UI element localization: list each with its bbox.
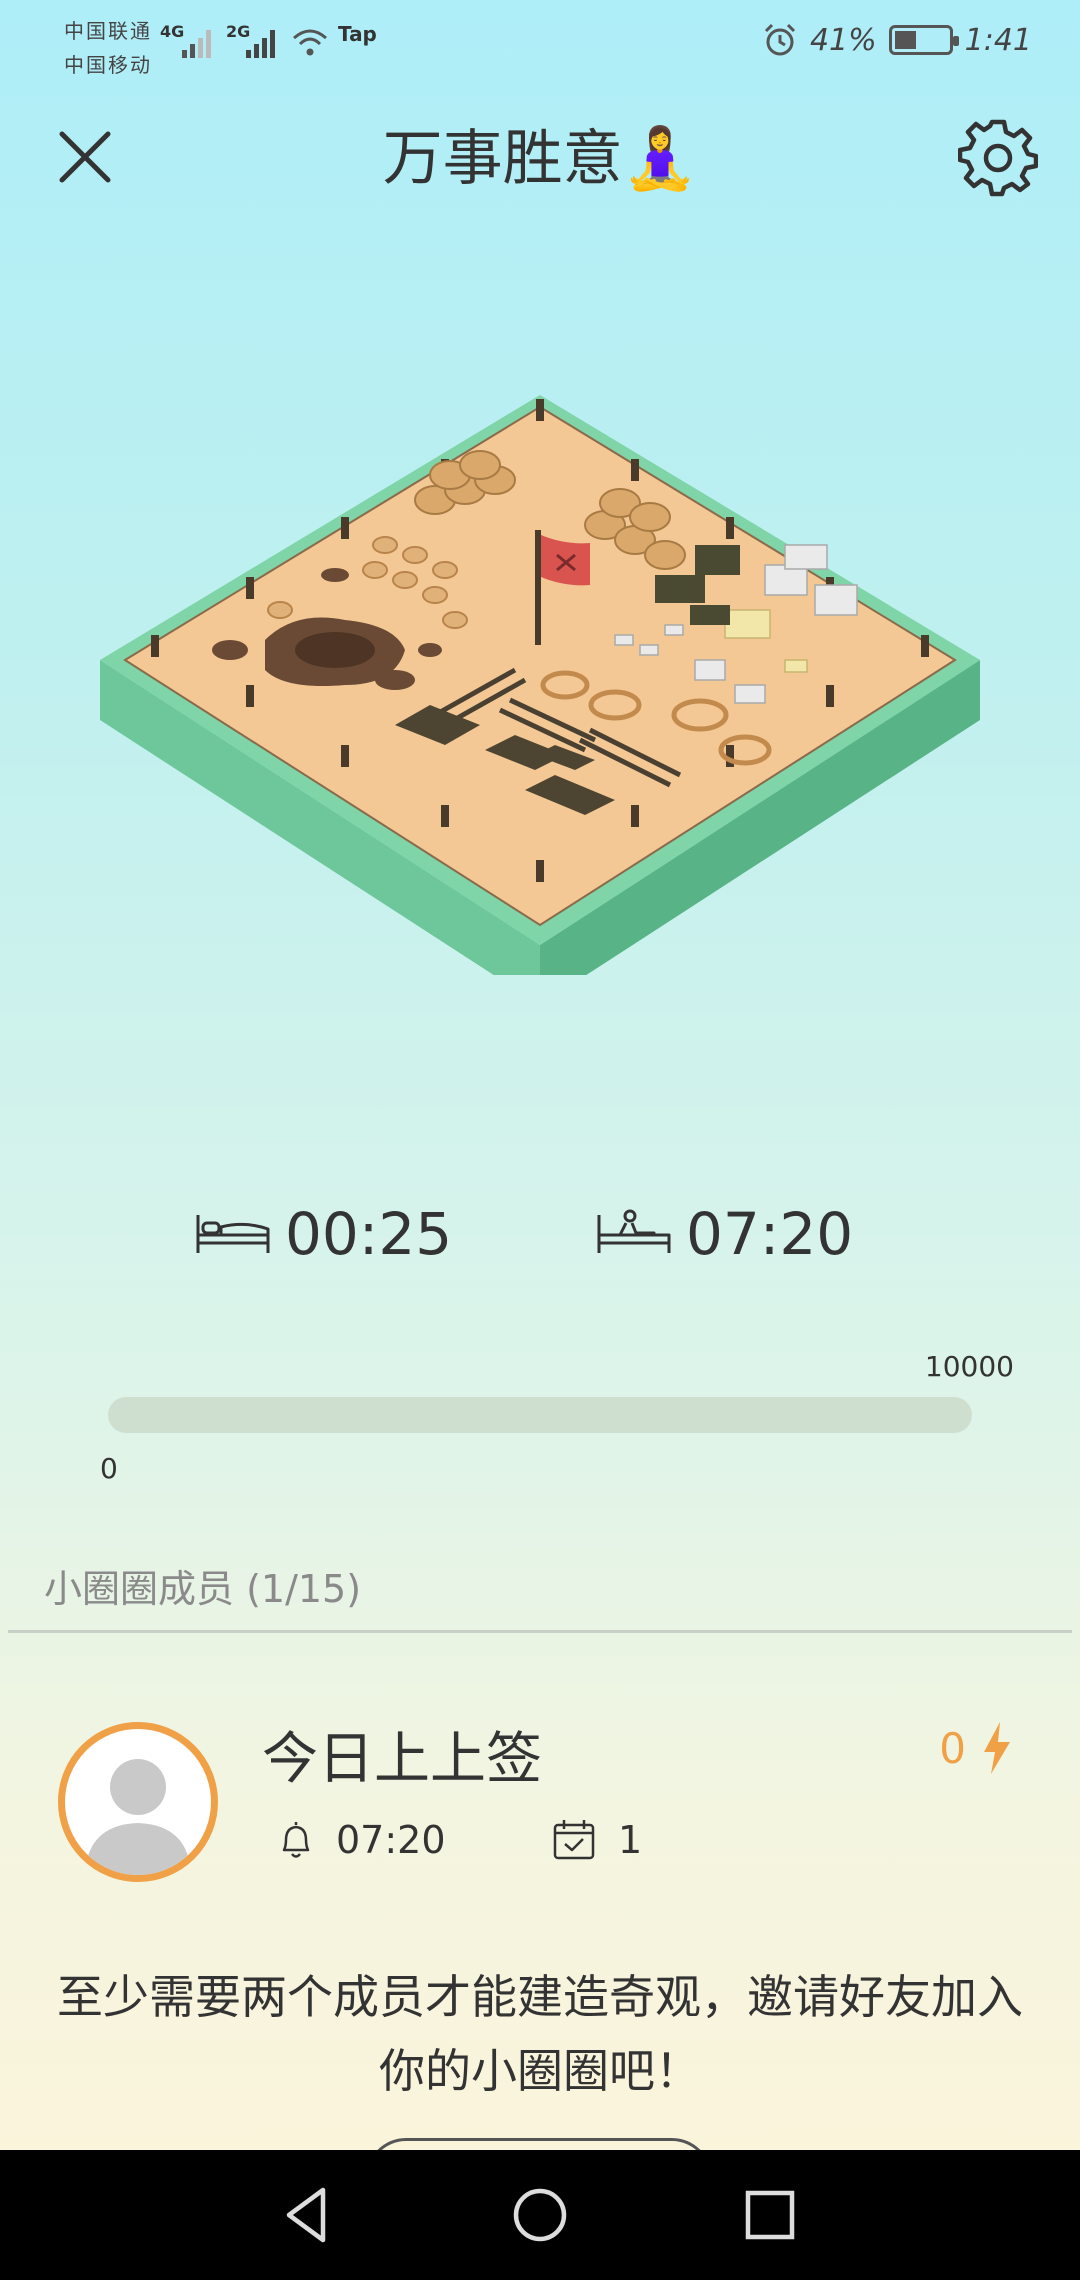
- construction-island-illustration: [100, 395, 980, 975]
- system-nav-bar: [0, 2150, 1080, 2280]
- invite-message: 至少需要两个成员才能建造奇观，邀请好友加入你的小圈圈吧！: [57, 1970, 1023, 2098]
- carrier-2: 中国移动: [64, 53, 152, 77]
- status-bar: 中国联通 中国移动 4G 2G Tap 41% 1:41: [0, 0, 1080, 96]
- gear-icon[interactable]: [958, 118, 1038, 198]
- avatar[interactable]: [58, 1722, 218, 1882]
- status-right: 41% 1:41: [762, 22, 1032, 58]
- bed-icon: [196, 1215, 270, 1253]
- battery-icon: [888, 25, 959, 55]
- signal-icon-2: [246, 30, 275, 58]
- members-section-title: 小圈圈成员 (1/15): [44, 1567, 362, 1611]
- member-alarm: 07:20: [276, 1818, 446, 1862]
- bed-time-value: 00:25: [285, 1200, 453, 1268]
- energy-count: 0: [939, 1722, 1012, 1774]
- wake-icon: [597, 1209, 671, 1253]
- wifi-icon: [293, 29, 327, 56]
- bed-time: 00:25: [195, 1200, 452, 1268]
- divider: [8, 1630, 1072, 1633]
- member-row[interactable]: 今日上上签 0 07:20 1: [0, 1700, 1080, 1900]
- back-icon[interactable]: [275, 2182, 341, 2248]
- calendar-check-icon: [553, 1820, 595, 1860]
- default-avatar-icon: [85, 1759, 191, 1875]
- tap-label: Tap: [338, 22, 377, 46]
- sleep-times: 00:25 07:20: [0, 1200, 1080, 1280]
- carrier-1: 中国联通: [64, 19, 152, 43]
- member-checkins: 1: [552, 1818, 642, 1862]
- lightning-icon: [984, 1722, 1010, 1774]
- progress-bar: [108, 1397, 972, 1433]
- checkin-count: 1: [618, 1818, 643, 1862]
- member-name: 今日上上签: [262, 1727, 542, 1792]
- page-title: 万事胜意🧘‍♀️: [382, 124, 698, 194]
- wake-time: 07:20: [596, 1200, 853, 1268]
- progress-max-label: 10000: [924, 1350, 1014, 1383]
- clock: 1:41: [964, 22, 1032, 58]
- bell-icon: [282, 1822, 310, 1858]
- progress-min-label: 0: [100, 1452, 118, 1485]
- alarm-time: 07:20: [336, 1818, 446, 1862]
- carrier-labels: 中国联通 中国移动: [64, 14, 152, 82]
- energy-value: 0: [939, 1723, 966, 1773]
- recent-apps-icon[interactable]: [737, 2182, 803, 2248]
- wake-time-value: 07:20: [686, 1200, 854, 1268]
- home-icon[interactable]: [507, 2182, 573, 2248]
- header: 万事胜意🧘‍♀️: [0, 100, 1080, 210]
- alarm-clock-icon: [764, 23, 795, 56]
- signal-icon: [182, 30, 211, 58]
- battery-percent: 41%: [809, 22, 877, 58]
